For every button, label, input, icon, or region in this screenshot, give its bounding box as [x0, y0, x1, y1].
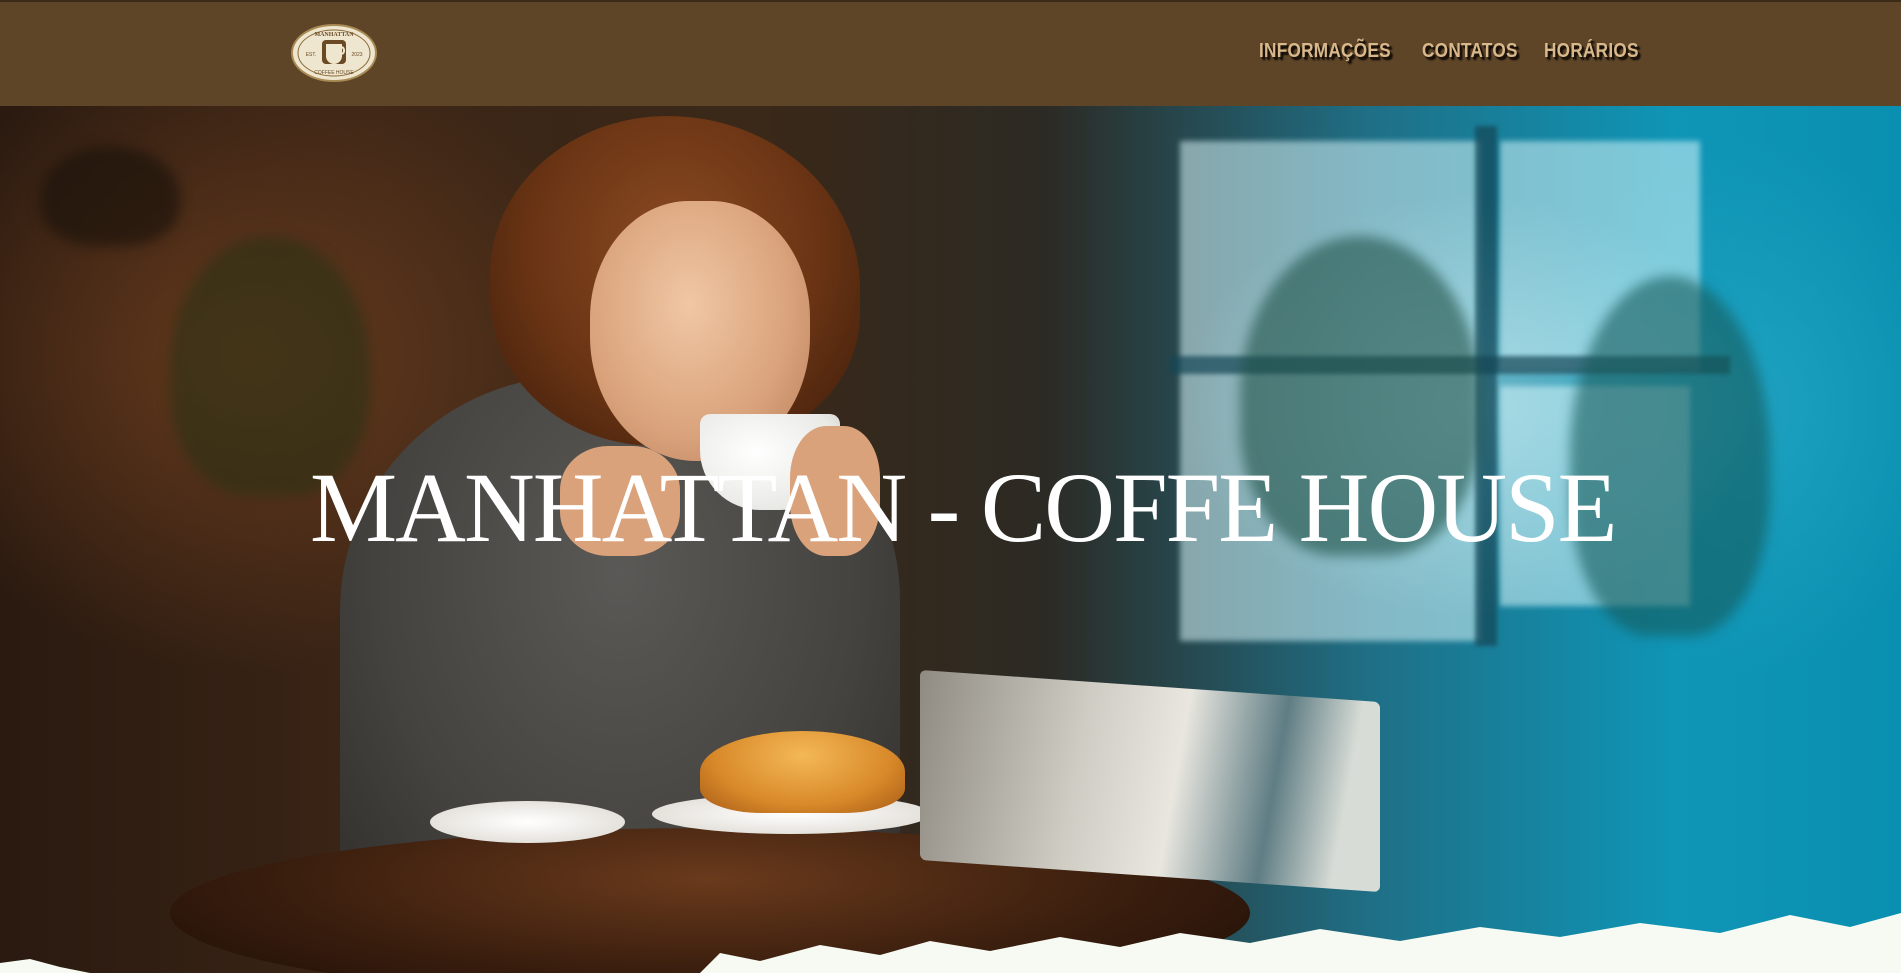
- logo-left-text: EST.: [306, 52, 317, 58]
- brush-stroke-divider: [0, 913, 1901, 973]
- logo[interactable]: MANHATTAN EST. 2023 COFFEE HOUSE: [291, 24, 377, 82]
- paper-bag: [920, 669, 1380, 893]
- nav-link-contatos[interactable]: CONTATOS: [1422, 40, 1518, 63]
- wall-frame: [40, 146, 180, 246]
- hero-title-text: MANHATTAN - COFFE HOUSE: [310, 452, 1618, 563]
- nav-link-informacoes[interactable]: INFORMAÇÕES: [1259, 40, 1391, 63]
- logo-bottom-text: COFFEE HOUSE: [314, 70, 354, 76]
- nav-link-horarios[interactable]: HORÁRIOS: [1544, 40, 1639, 63]
- logo-right-text: 2023: [351, 52, 362, 58]
- logo-top-text: MANHATTAN: [314, 32, 354, 38]
- saucer: [430, 801, 625, 843]
- main-nav: INFORMAÇÕES CONTATOS HORÁRIOS: [1259, 40, 1640, 63]
- hero-section: MANHATTAN - COFFE HOUSE: [0, 106, 1901, 973]
- coffee-emblem-icon: MANHATTAN EST. 2023 COFFEE HOUSE: [291, 24, 377, 82]
- croissant: [700, 731, 905, 813]
- hero-title: MANHATTAN - COFFE HOUSE: [0, 450, 1901, 580]
- site-header: MANHATTAN EST. 2023 COFFEE HOUSE INFORMA…: [0, 0, 1901, 106]
